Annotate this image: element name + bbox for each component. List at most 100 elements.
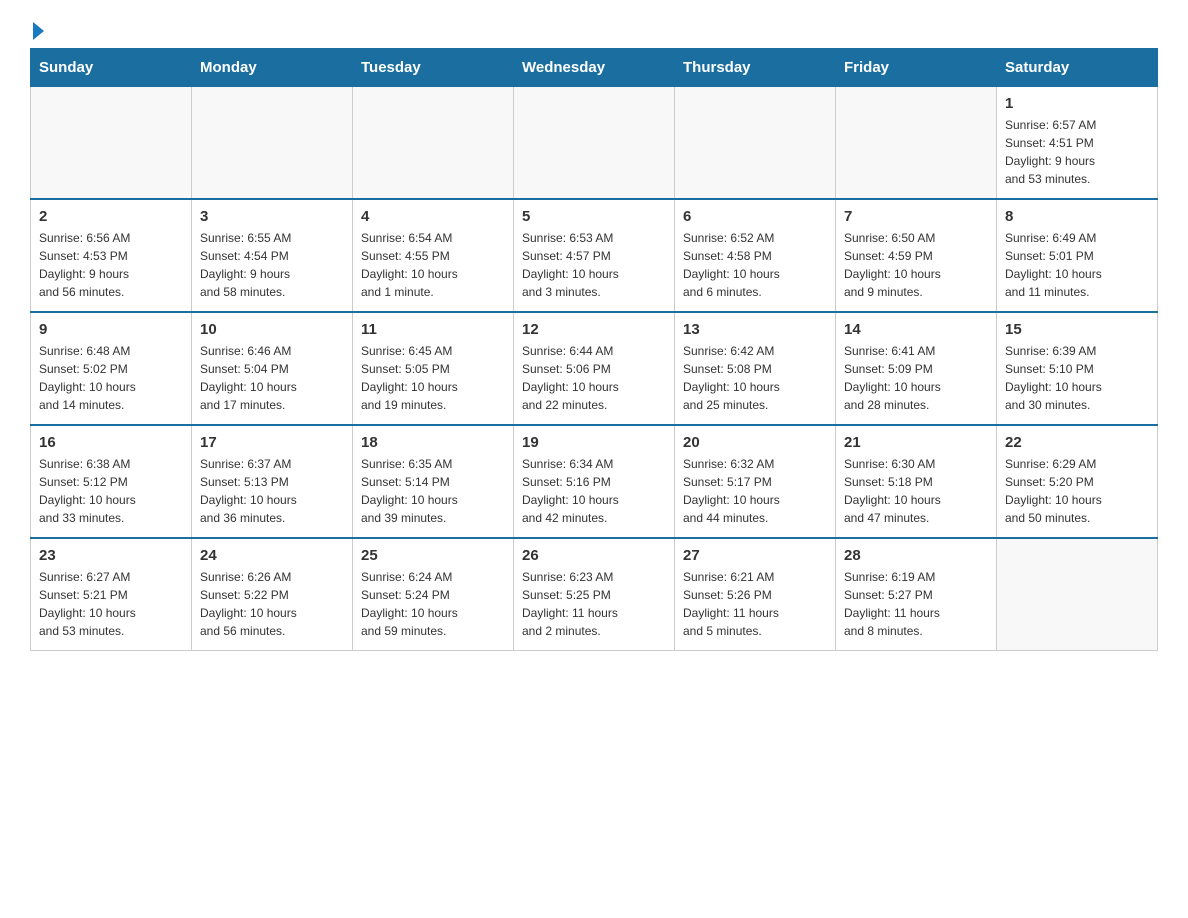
weekday-header-thursday: Thursday	[675, 49, 836, 87]
weekday-header-wednesday: Wednesday	[514, 49, 675, 87]
day-info: Sunrise: 6:35 AM Sunset: 5:14 PM Dayligh…	[361, 455, 505, 527]
calendar-cell: 3 Sunrise: 6:55 AM Sunset: 4:54 PM Daylig…	[192, 199, 353, 312]
day-info: Sunrise: 6:46 AM Sunset: 5:04 PM Dayligh…	[200, 342, 344, 414]
calendar-cell: 11 Sunrise: 6:45 AM Sunset: 5:05 PM Dayli…	[353, 312, 514, 425]
day-number: 11	[361, 321, 505, 338]
calendar-row-1: 2 Sunrise: 6:56 AM Sunset: 4:53 PM Daylig…	[31, 199, 1158, 312]
day-number: 18	[361, 434, 505, 451]
calendar-row-0: 1 Sunrise: 6:57 AM Sunset: 4:51 PM Daylig…	[31, 87, 1158, 200]
calendar-cell: 14 Sunrise: 6:41 AM Sunset: 5:09 PM Dayli…	[836, 312, 997, 425]
calendar-cell: 15 Sunrise: 6:39 AM Sunset: 5:10 PM Dayli…	[997, 312, 1158, 425]
logo-line1	[30, 20, 44, 38]
day-number: 26	[522, 547, 666, 564]
logo	[30, 20, 44, 38]
day-number: 21	[844, 434, 988, 451]
weekday-header-tuesday: Tuesday	[353, 49, 514, 87]
day-number: 2	[39, 208, 183, 225]
day-number: 8	[1005, 208, 1149, 225]
calendar-cell: 23 Sunrise: 6:27 AM Sunset: 5:21 PM Dayli…	[31, 538, 192, 651]
calendar-cell	[997, 538, 1158, 651]
calendar-cell: 13Sunrise: 6:42 AM Sunset: 5:08 PM Dayli…	[675, 312, 836, 425]
calendar-cell: 9 Sunrise: 6:48 AM Sunset: 5:02 PM Daylig…	[31, 312, 192, 425]
day-number: 12	[522, 321, 666, 338]
weekday-header-row: SundayMondayTuesdayWednesdayThursdayFrid…	[31, 49, 1158, 87]
day-number: 16	[39, 434, 183, 451]
day-number: 20	[683, 434, 827, 451]
day-info: Sunrise: 6:42 AM Sunset: 5:08 PM Dayligh…	[683, 342, 827, 414]
day-number: 19	[522, 434, 666, 451]
day-number: 6	[683, 208, 827, 225]
day-info: Sunrise: 6:49 AM Sunset: 5:01 PM Dayligh…	[1005, 229, 1149, 301]
calendar-cell: 12 Sunrise: 6:44 AM Sunset: 5:06 PM Dayli…	[514, 312, 675, 425]
day-number: 24	[200, 547, 344, 564]
calendar-cell: 24Sunrise: 6:26 AM Sunset: 5:22 PM Dayli…	[192, 538, 353, 651]
calendar-cell	[836, 87, 997, 200]
day-info: Sunrise: 6:41 AM Sunset: 5:09 PM Dayligh…	[844, 342, 988, 414]
calendar-cell: 25 Sunrise: 6:24 AM Sunset: 5:24 PM Dayli…	[353, 538, 514, 651]
calendar-cell: 6 Sunrise: 6:52 AM Sunset: 4:58 PM Daylig…	[675, 199, 836, 312]
day-info: Sunrise: 6:23 AM Sunset: 5:25 PM Dayligh…	[522, 568, 666, 640]
calendar-table: SundayMondayTuesdayWednesdayThursdayFrid…	[30, 48, 1158, 651]
day-info: Sunrise: 6:34 AM Sunset: 5:16 PM Dayligh…	[522, 455, 666, 527]
calendar-cell	[514, 87, 675, 200]
day-info: Sunrise: 6:53 AM Sunset: 4:57 PM Dayligh…	[522, 229, 666, 301]
calendar-cell: 10 Sunrise: 6:46 AM Sunset: 5:04 PM Dayli…	[192, 312, 353, 425]
calendar-cell	[192, 87, 353, 200]
day-info: Sunrise: 6:38 AM Sunset: 5:12 PM Dayligh…	[39, 455, 183, 527]
calendar-cell: 2 Sunrise: 6:56 AM Sunset: 4:53 PM Daylig…	[31, 199, 192, 312]
day-info: Sunrise: 6:30 AM Sunset: 5:18 PM Dayligh…	[844, 455, 988, 527]
calendar-cell: 26 Sunrise: 6:23 AM Sunset: 5:25 PM Dayli…	[514, 538, 675, 651]
day-number: 4	[361, 208, 505, 225]
calendar-cell: 27 Sunrise: 6:21 AM Sunset: 5:26 PM Dayli…	[675, 538, 836, 651]
day-info: Sunrise: 6:52 AM Sunset: 4:58 PM Dayligh…	[683, 229, 827, 301]
day-info: Sunrise: 6:37 AM Sunset: 5:13 PM Dayligh…	[200, 455, 344, 527]
calendar-cell	[675, 87, 836, 200]
day-info: Sunrise: 6:32 AM Sunset: 5:17 PM Dayligh…	[683, 455, 827, 527]
weekday-header-sunday: Sunday	[31, 49, 192, 87]
day-number: 14	[844, 321, 988, 338]
day-info: Sunrise: 6:50 AM Sunset: 4:59 PM Dayligh…	[844, 229, 988, 301]
day-info: Sunrise: 6:24 AM Sunset: 5:24 PM Dayligh…	[361, 568, 505, 640]
calendar-row-2: 9 Sunrise: 6:48 AM Sunset: 5:02 PM Daylig…	[31, 312, 1158, 425]
day-info: Sunrise: 6:19 AM Sunset: 5:27 PM Dayligh…	[844, 568, 988, 640]
day-number: 25	[361, 547, 505, 564]
page-header	[30, 20, 1158, 38]
day-number: 27	[683, 547, 827, 564]
day-number: 1	[1005, 95, 1149, 112]
day-number: 10	[200, 321, 344, 338]
weekday-header-friday: Friday	[836, 49, 997, 87]
day-info: Sunrise: 6:57 AM Sunset: 4:51 PM Dayligh…	[1005, 116, 1149, 188]
calendar-cell: 7 Sunrise: 6:50 AM Sunset: 4:59 PM Daylig…	[836, 199, 997, 312]
calendar-cell: 17 Sunrise: 6:37 AM Sunset: 5:13 PM Dayli…	[192, 425, 353, 538]
day-info: Sunrise: 6:21 AM Sunset: 5:26 PM Dayligh…	[683, 568, 827, 640]
day-number: 9	[39, 321, 183, 338]
calendar-cell: 4 Sunrise: 6:54 AM Sunset: 4:55 PM Daylig…	[353, 199, 514, 312]
logo-chevron-icon	[33, 22, 44, 40]
day-info: Sunrise: 6:55 AM Sunset: 4:54 PM Dayligh…	[200, 229, 344, 301]
day-number: 15	[1005, 321, 1149, 338]
day-info: Sunrise: 6:29 AM Sunset: 5:20 PM Dayligh…	[1005, 455, 1149, 527]
day-number: 3	[200, 208, 344, 225]
day-number: 17	[200, 434, 344, 451]
calendar-cell: 1 Sunrise: 6:57 AM Sunset: 4:51 PM Daylig…	[997, 87, 1158, 200]
day-info: Sunrise: 6:39 AM Sunset: 5:10 PM Dayligh…	[1005, 342, 1149, 414]
day-info: Sunrise: 6:56 AM Sunset: 4:53 PM Dayligh…	[39, 229, 183, 301]
day-info: Sunrise: 6:45 AM Sunset: 5:05 PM Dayligh…	[361, 342, 505, 414]
day-number: 23	[39, 547, 183, 564]
day-info: Sunrise: 6:54 AM Sunset: 4:55 PM Dayligh…	[361, 229, 505, 301]
day-info: Sunrise: 6:44 AM Sunset: 5:06 PM Dayligh…	[522, 342, 666, 414]
calendar-cell: 16 Sunrise: 6:38 AM Sunset: 5:12 PM Dayli…	[31, 425, 192, 538]
weekday-header-monday: Monday	[192, 49, 353, 87]
calendar-cell: 18 Sunrise: 6:35 AM Sunset: 5:14 PM Dayli…	[353, 425, 514, 538]
calendar-cell	[353, 87, 514, 200]
calendar-row-4: 23 Sunrise: 6:27 AM Sunset: 5:21 PM Dayli…	[31, 538, 1158, 651]
day-number: 28	[844, 547, 988, 564]
weekday-header-saturday: Saturday	[997, 49, 1158, 87]
calendar-cell: 22Sunrise: 6:29 AM Sunset: 5:20 PM Dayli…	[997, 425, 1158, 538]
day-info: Sunrise: 6:27 AM Sunset: 5:21 PM Dayligh…	[39, 568, 183, 640]
calendar-cell	[31, 87, 192, 200]
day-number: 5	[522, 208, 666, 225]
calendar-row-3: 16 Sunrise: 6:38 AM Sunset: 5:12 PM Dayli…	[31, 425, 1158, 538]
day-info: Sunrise: 6:48 AM Sunset: 5:02 PM Dayligh…	[39, 342, 183, 414]
day-number: 7	[844, 208, 988, 225]
